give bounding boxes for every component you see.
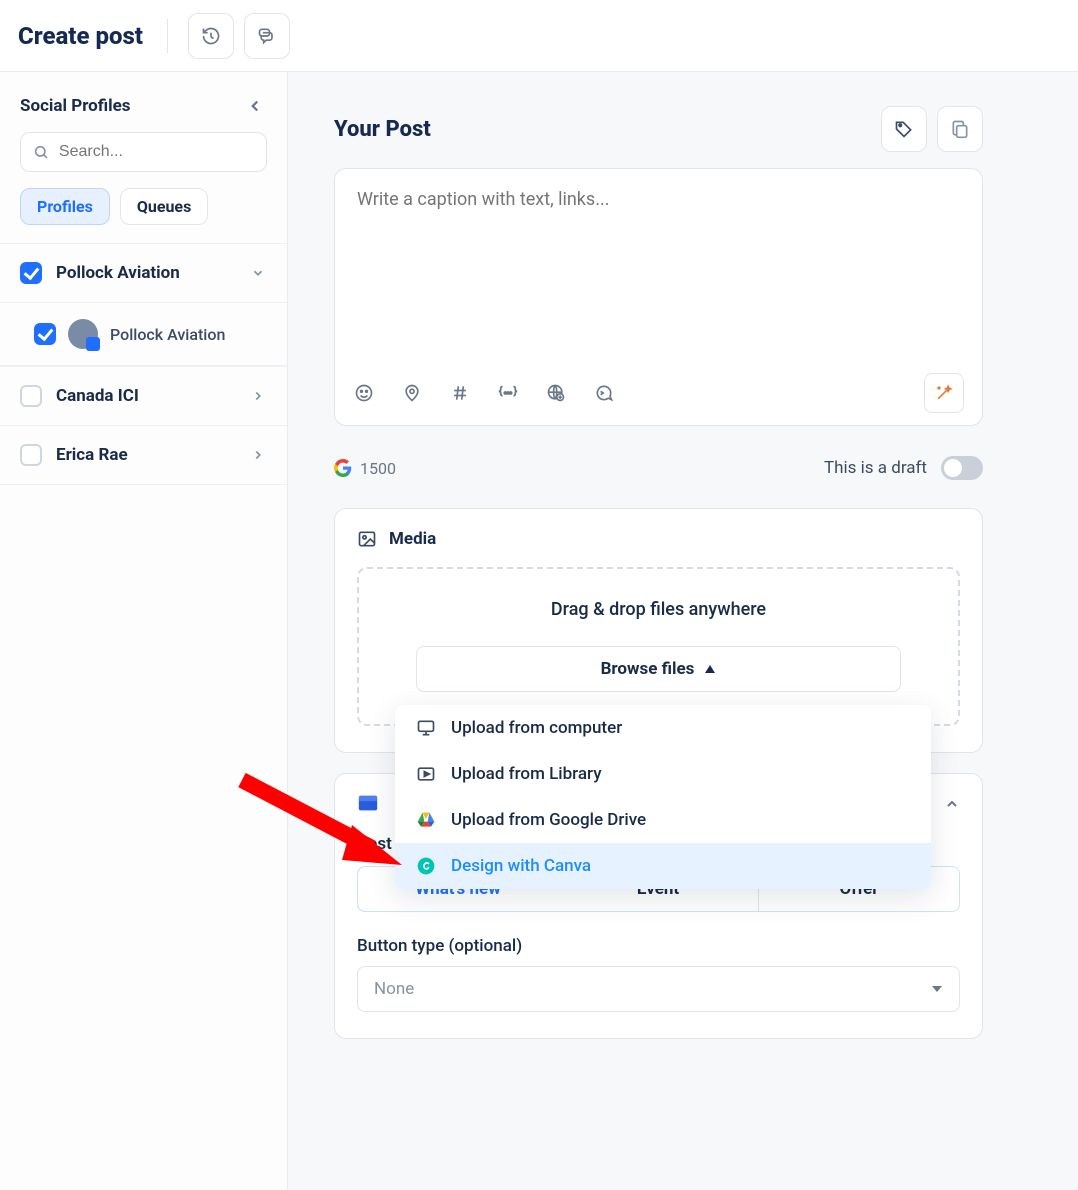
group-label: Erica Rae [56,445,235,465]
avatar [68,319,98,349]
button-type-label: Button type (optional) [357,936,960,956]
image-icon [357,529,377,549]
browse-files-button[interactable]: Browse files [416,646,901,692]
dropdown-caret-icon [931,983,943,995]
your-post-heading: Your Post [334,117,431,142]
button-type-value: None [374,979,414,999]
chevron-up-icon [944,796,960,812]
tag-button[interactable] [881,106,927,152]
menu-upload-library[interactable]: Upload from Library [395,751,931,797]
collapse-gbp-button[interactable] [944,796,960,812]
menu-label: Upload from Library [451,764,602,784]
search-input-wrap[interactable] [20,132,267,172]
drop-zone[interactable]: Drag & drop files anywhere Browse files [357,567,960,726]
char-count-value: 1500 [360,459,396,478]
emoji-button[interactable] [353,382,375,404]
profile-group-erica-rae[interactable]: Erica Rae [0,426,287,484]
comment-button[interactable] [593,382,615,404]
drop-text: Drag & drop files anywhere [383,599,934,620]
menu-label: Upload from Google Drive [451,810,646,830]
library-icon [416,764,436,784]
collapse-sidebar-button[interactable] [243,94,267,118]
draft-toggle[interactable] [941,456,983,480]
globe-button[interactable] [545,382,567,404]
profile-group-pollock[interactable]: Pollock Aviation [0,244,287,302]
emoji-icon [354,383,374,403]
copy-button[interactable] [937,106,983,152]
menu-design-canva[interactable]: Design with Canva [395,843,931,889]
monitor-icon [416,718,436,738]
gdrive-icon [416,810,436,830]
media-heading: Media [389,529,436,549]
hashtag-icon [450,383,470,403]
chevron-left-icon [246,97,264,115]
browse-files-menu: Upload from computer Upload from Library… [395,705,931,889]
canva-icon [416,856,436,876]
checkbox[interactable] [34,323,56,345]
hashtag-button[interactable] [449,382,471,404]
copy-icon [950,119,970,139]
button-type-select[interactable]: None [357,966,960,1012]
browse-label: Browse files [601,659,695,679]
braces-icon [497,384,519,402]
draft-label: This is a draft [824,458,927,478]
network-badge-icon [86,337,100,351]
chevron-down-icon[interactable] [249,264,267,282]
magic-wand-icon [934,383,954,403]
triangle-up-icon [704,663,716,675]
profile-row-pollock[interactable]: Pollock Aviation [0,302,287,366]
search-icon [33,143,49,161]
tab-profiles[interactable]: Profiles [20,188,110,225]
tab-queues[interactable]: Queues [120,188,208,225]
search-input[interactable] [59,143,254,161]
history-button[interactable] [188,13,234,59]
chat-icon [257,26,277,46]
caption-input[interactable] [357,189,960,349]
sidebar-title: Social Profiles [20,96,131,116]
char-counter: 1500 [334,459,396,478]
divider [167,19,168,53]
ai-assist-button[interactable] [924,373,964,413]
feedback-button[interactable] [244,13,290,59]
menu-label: Upload from computer [451,718,622,738]
profile-group-canada-ici[interactable]: Canada ICI [0,367,287,425]
group-label: Pollock Aviation [56,263,235,283]
menu-label: Design with Canva [451,856,591,876]
checkbox[interactable] [20,385,42,407]
location-button[interactable] [401,382,423,404]
gbp-icon [357,792,379,814]
checkbox[interactable] [20,444,42,466]
sidebar: Social Profiles Profiles Queues Pollock … [0,72,288,1190]
globe-icon [546,383,566,403]
profile-name: Pollock Aviation [110,325,225,344]
checkbox[interactable] [20,262,42,284]
menu-upload-computer[interactable]: Upload from computer [395,705,931,751]
variables-button[interactable] [497,382,519,404]
google-icon [334,459,352,477]
group-label: Canada ICI [56,386,235,406]
page-title: Create post [18,22,143,50]
tag-icon [894,119,914,139]
history-icon [201,26,221,46]
chevron-right-icon[interactable] [249,446,267,464]
chevron-right-icon[interactable] [249,387,267,405]
menu-upload-gdrive[interactable]: Upload from Google Drive [395,797,931,843]
pin-icon [402,383,422,403]
comment-icon [594,383,614,403]
